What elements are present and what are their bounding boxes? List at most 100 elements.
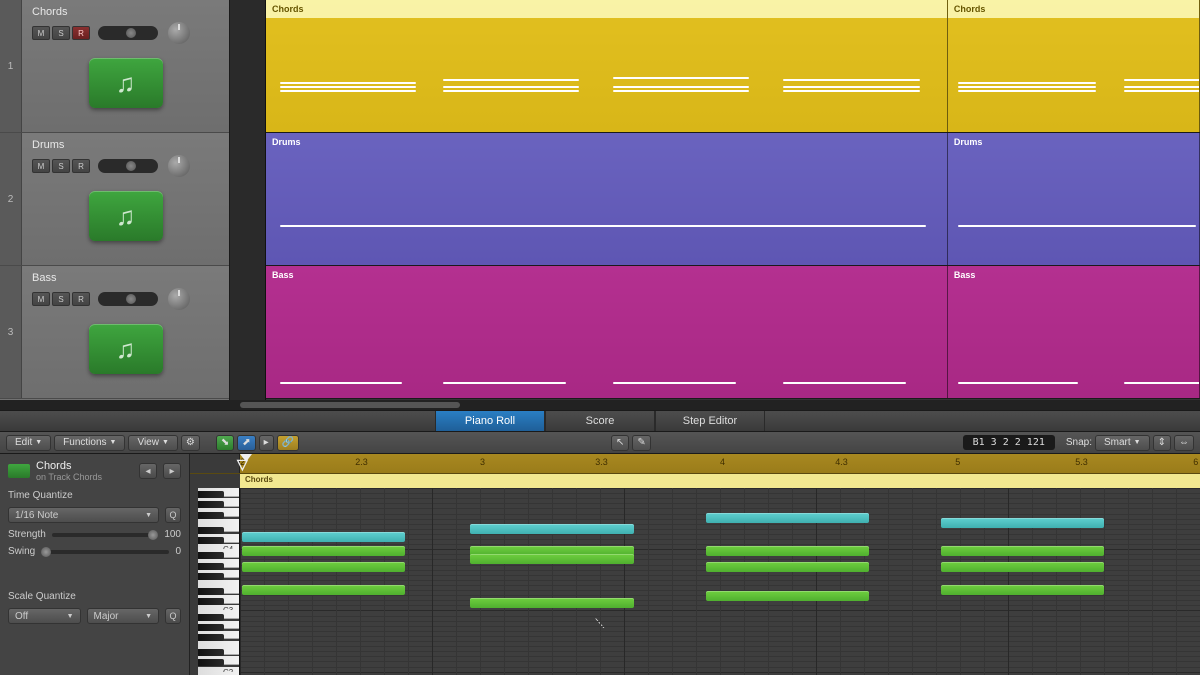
- midi-region-chords[interactable]: Chords: [266, 0, 948, 132]
- midi-region-chords[interactable]: Chords: [948, 0, 1200, 132]
- functions-menu[interactable]: Functions▼: [54, 435, 125, 451]
- tab-score[interactable]: Score: [545, 411, 655, 431]
- region-color-chip: [8, 464, 30, 478]
- region-row: Drums Drums: [266, 133, 1200, 266]
- pan-knob[interactable]: [168, 155, 190, 177]
- pointer-tool[interactable]: ↖: [611, 435, 629, 451]
- midi-note[interactable]: [470, 554, 633, 564]
- settings-icon[interactable]: ⚙: [181, 435, 200, 451]
- mute-button[interactable]: M: [32, 26, 50, 40]
- solo-button[interactable]: S: [52, 26, 70, 40]
- horizontal-scrollbar[interactable]: [0, 400, 1200, 410]
- record-enable-button[interactable]: R: [72, 159, 90, 173]
- volume-slider[interactable]: [98, 292, 158, 306]
- tab-step-editor[interactable]: Step Editor: [655, 411, 765, 431]
- zoom-h-icon[interactable]: ⇔: [1174, 435, 1194, 451]
- piano-key-black[interactable]: [198, 512, 224, 519]
- tab-piano-roll[interactable]: Piano Roll: [435, 411, 545, 431]
- snap-select[interactable]: Smart▼: [1095, 435, 1150, 451]
- midi-note[interactable]: [242, 546, 405, 556]
- chevron-down-icon: ▼: [145, 613, 152, 620]
- instrument-icon[interactable]: ♫: [89, 191, 163, 241]
- piano-key-black[interactable]: [198, 563, 224, 570]
- midi-note[interactable]: [706, 591, 869, 601]
- region-strip-label[interactable]: ▽ Chords: [240, 474, 1200, 488]
- chevron-down-icon: ▼: [67, 613, 74, 620]
- piano-key-black[interactable]: [198, 537, 224, 544]
- mute-button[interactable]: M: [32, 159, 50, 173]
- piano-keyboard[interactable]: C4C3C2C1: [190, 488, 240, 675]
- midi-note[interactable]: [941, 562, 1104, 572]
- cycle-marker-icon[interactable]: ▽: [237, 456, 248, 473]
- midi-note[interactable]: [242, 585, 405, 595]
- strength-slider[interactable]: [52, 533, 159, 537]
- midi-note[interactable]: [941, 518, 1104, 528]
- time-quantize-select[interactable]: 1/16 Note▼: [8, 507, 159, 523]
- catch-button[interactable]: ▸: [259, 435, 274, 451]
- piano-key-black[interactable]: [198, 614, 224, 621]
- edit-menu[interactable]: Edit▼: [6, 435, 51, 451]
- track-header-chords[interactable]: 1 Chords M S R ♫: [0, 0, 229, 133]
- midi-in-button[interactable]: ⬊: [216, 435, 234, 451]
- scale-type-select[interactable]: Major▼: [87, 608, 160, 624]
- link-button[interactable]: 🔗: [277, 435, 299, 451]
- position-display: B1 3 2 2 121: [963, 435, 1055, 450]
- scale-quantize-button[interactable]: Q: [165, 608, 181, 624]
- piano-key-black[interactable]: [198, 588, 224, 595]
- midi-note[interactable]: [706, 513, 869, 523]
- midi-note[interactable]: [242, 532, 405, 542]
- piano-key-black[interactable]: [198, 491, 224, 498]
- midi-note[interactable]: [941, 585, 1104, 595]
- ruler-tick: 3: [480, 457, 485, 467]
- piano-key-black[interactable]: [198, 624, 224, 631]
- midi-region-drums[interactable]: Drums: [948, 133, 1200, 265]
- selected-region-name: Chords: [36, 460, 133, 472]
- piano-key-black[interactable]: [198, 659, 224, 666]
- piano-grid[interactable]: C4C3C2C1 ⟍: [190, 488, 1200, 675]
- pan-knob[interactable]: [168, 22, 190, 44]
- midi-region-bass[interactable]: Bass: [948, 266, 1200, 398]
- next-region-button[interactable]: ▸: [163, 463, 181, 479]
- midi-note[interactable]: [706, 546, 869, 556]
- pan-knob[interactable]: [168, 288, 190, 310]
- midi-out-button[interactable]: ⬈: [237, 435, 255, 451]
- solo-button[interactable]: S: [52, 159, 70, 173]
- midi-region-bass[interactable]: Bass: [266, 266, 948, 398]
- track-header-drums[interactable]: 2 Drums M S R ♫: [0, 133, 229, 266]
- track-header-bass[interactable]: 3 Bass M S R ♫: [0, 266, 229, 399]
- piano-key-black[interactable]: [198, 649, 224, 656]
- arrange-timeline[interactable]: Chords Chords: [230, 0, 1200, 400]
- quantize-button[interactable]: Q: [165, 507, 181, 523]
- track-headers: 1 Chords M S R ♫ 2 Drums M S R ♫: [0, 0, 230, 400]
- piano-key-black[interactable]: [198, 573, 224, 580]
- piano-key-black[interactable]: [198, 598, 224, 605]
- instrument-icon[interactable]: ♫: [89, 58, 163, 108]
- view-menu[interactable]: View▼: [128, 435, 177, 451]
- instrument-icon[interactable]: ♫: [89, 324, 163, 374]
- volume-slider[interactable]: [98, 26, 158, 40]
- zoom-v-icon[interactable]: ⇕: [1153, 435, 1171, 451]
- midi-note[interactable]: [706, 562, 869, 572]
- midi-note[interactable]: [470, 524, 633, 534]
- prev-region-button[interactable]: ◂: [139, 463, 157, 479]
- piano-key-black[interactable]: [198, 552, 224, 559]
- mute-button[interactable]: M: [32, 292, 50, 306]
- piano-key-black[interactable]: [198, 501, 224, 508]
- midi-note[interactable]: [470, 598, 633, 608]
- midi-note[interactable]: [941, 546, 1104, 556]
- volume-slider[interactable]: [98, 159, 158, 173]
- track-number: 1: [0, 0, 22, 132]
- solo-button[interactable]: S: [52, 292, 70, 306]
- scale-enable-select[interactable]: Off▼: [8, 608, 81, 624]
- record-enable-button[interactable]: R: [72, 292, 90, 306]
- piano-key-black[interactable]: [198, 634, 224, 641]
- pencil-tool[interactable]: ✎: [632, 435, 650, 451]
- timeline-ruler[interactable]: 22.333.344.355.36: [190, 454, 1200, 474]
- swing-slider[interactable]: [41, 550, 169, 554]
- region-label: Bass: [948, 268, 1199, 282]
- midi-region-drums[interactable]: Drums: [266, 133, 948, 265]
- record-enable-button[interactable]: R: [72, 26, 90, 40]
- region-label: Chords: [948, 0, 1199, 18]
- midi-note[interactable]: [242, 562, 405, 572]
- piano-key-black[interactable]: [198, 527, 224, 534]
